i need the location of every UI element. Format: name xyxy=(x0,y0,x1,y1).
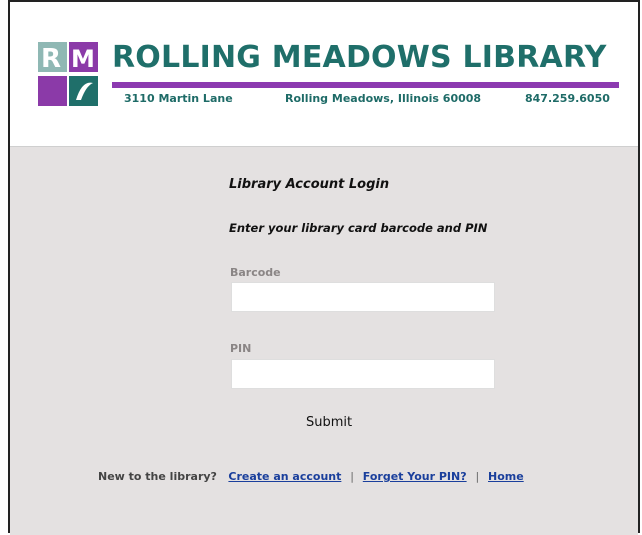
login-instructions: Enter your library card barcode and PIN xyxy=(229,221,488,235)
phone-text: 847.259.6050 xyxy=(525,92,610,105)
forgot-pin-link[interactable]: Forget Your PIN? xyxy=(363,470,467,483)
brand-divider xyxy=(112,82,619,88)
create-account-link[interactable]: Create an account xyxy=(228,470,341,483)
page-frame: R M ROLLING MEADOWS LIBRARY 3110 Martin … xyxy=(8,0,640,535)
home-link[interactable]: Home xyxy=(488,470,524,483)
city-text: Rolling Meadows, Illinois 60008 xyxy=(285,92,482,105)
link-separator: | xyxy=(350,470,354,483)
svg-text:R: R xyxy=(41,44,61,74)
login-panel: Library Account Login Enter your library… xyxy=(10,147,638,535)
barcode-label: Barcode xyxy=(230,266,281,279)
footer-links: New to the library? Create an account | … xyxy=(98,470,524,483)
pin-input[interactable] xyxy=(231,359,495,389)
page-title: Library Account Login xyxy=(229,177,390,192)
svg-text:M: M xyxy=(71,45,95,73)
pin-label: PIN xyxy=(230,342,252,355)
library-name: ROLLING MEADOWS LIBRARY xyxy=(112,40,607,75)
library-logo-icon: R M xyxy=(38,40,100,108)
submit-button[interactable]: Submit xyxy=(300,413,358,432)
link-separator: | xyxy=(475,470,480,483)
library-header: R M ROLLING MEADOWS LIBRARY 3110 Martin … xyxy=(10,2,638,147)
new-user-prompt: New to the library? xyxy=(98,470,217,483)
address-text: 3110 Martin Lane xyxy=(124,92,233,105)
barcode-input[interactable] xyxy=(231,282,495,312)
